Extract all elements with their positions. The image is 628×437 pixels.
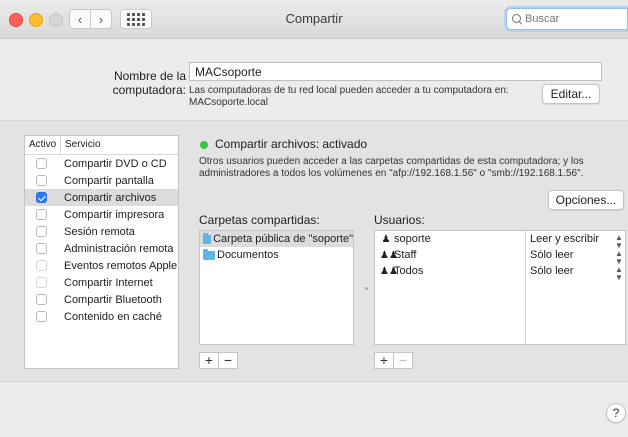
- search-input[interactable]: [523, 12, 627, 26]
- users-label: Usuarios:: [374, 213, 425, 227]
- service-checkbox-checked[interactable]: [36, 192, 47, 203]
- user-permission[interactable]: Leer y escribir: [530, 233, 599, 245]
- service-row[interactable]: Compartir Internet: [25, 274, 178, 291]
- users-list: ♟ soporte Leer y escribir ▲ ▼ ♟♟ Staff Só…: [374, 230, 626, 345]
- shared-folders-list: Carpeta pública de "soporte" Documentos: [199, 230, 354, 345]
- user-row[interactable]: ♟ soporte Leer y escribir ▲ ▼: [375, 231, 625, 250]
- service-label: Eventos remotos Apple: [64, 259, 178, 272]
- folders-add-remove: + −: [199, 352, 238, 369]
- status-text: Compartir archivos: activado: [215, 137, 368, 151]
- remove-folder-button[interactable]: −: [218, 353, 237, 368]
- column-header-service[interactable]: Servicio: [61, 136, 101, 154]
- service-checkbox[interactable]: [36, 260, 47, 271]
- add-user-button[interactable]: +: [375, 353, 393, 368]
- services-header: Activo Servicio: [25, 136, 178, 155]
- user-permission[interactable]: Sólo leer: [530, 249, 573, 261]
- service-checkbox[interactable]: [36, 277, 47, 288]
- add-folder-button[interactable]: +: [200, 353, 218, 368]
- user-name: Staff: [394, 249, 417, 261]
- remove-user-button[interactable]: −: [393, 353, 412, 368]
- service-row[interactable]: Administración remota: [25, 240, 178, 257]
- service-label: Compartir archivos: [64, 191, 157, 204]
- service-description: Otros usuarios pueden acceder a las carp…: [199, 156, 584, 179]
- service-row-selected[interactable]: Compartir archivos: [25, 189, 178, 206]
- user-permission[interactable]: Sólo leer: [530, 265, 573, 277]
- sharing-window: ‹ › Compartir Nombre de la computadora: …: [0, 0, 628, 437]
- user-row[interactable]: ♟♟ Todos Sólo leer ▲ ▼: [375, 263, 625, 282]
- service-checkbox[interactable]: [36, 175, 47, 186]
- chevron-updown-icon[interactable]: ▲ ▼: [615, 266, 623, 282]
- computer-name-field[interactable]: [189, 62, 602, 81]
- search-icon: [512, 14, 521, 24]
- service-row[interactable]: Sesión remota: [25, 223, 178, 240]
- person-icon: ♟: [381, 233, 391, 245]
- service-checkbox[interactable]: [36, 226, 47, 237]
- service-checkbox[interactable]: [36, 311, 47, 322]
- computer-name-description: Las computadoras de tu red local pueden …: [189, 85, 509, 108]
- service-checkbox[interactable]: [36, 243, 47, 254]
- folder-name: Carpeta pública de "soporte": [213, 233, 353, 245]
- service-label: Administración remota: [64, 242, 174, 255]
- user-name: soporte: [394, 233, 431, 245]
- services-list: Activo Servicio Compartir DVD o CD Compa…: [24, 135, 179, 369]
- folder-name: Documentos: [217, 249, 279, 261]
- folder-icon: [203, 248, 215, 260]
- service-checkbox[interactable]: [36, 158, 47, 169]
- folder-icon: [203, 232, 212, 244]
- edit-button[interactable]: Editar...: [542, 84, 600, 104]
- service-label: Compartir pantalla: [64, 174, 154, 187]
- group-icon: ♟♟: [380, 249, 398, 261]
- service-row[interactable]: Compartir impresora: [25, 206, 178, 223]
- service-row[interactable]: Compartir DVD o CD: [25, 155, 178, 172]
- title-bar: ‹ › Compartir: [0, 0, 628, 39]
- service-label: Compartir impresora: [64, 208, 165, 221]
- help-button[interactable]: ?: [606, 403, 626, 423]
- service-label: Contenido en caché: [64, 310, 162, 323]
- service-label: Compartir DVD o CD: [64, 157, 167, 170]
- service-label: Compartir Bluetooth: [64, 293, 162, 306]
- service-row[interactable]: Contenido en caché: [25, 308, 178, 325]
- service-checkbox[interactable]: [36, 209, 47, 220]
- shared-folders-label: Carpetas compartidas:: [199, 213, 320, 227]
- folder-row[interactable]: Documentos: [200, 247, 353, 263]
- service-label: Compartir Internet: [64, 276, 153, 289]
- computer-name-label: Nombre de la computadora:: [112, 69, 186, 97]
- service-checkbox[interactable]: [36, 294, 47, 305]
- user-row[interactable]: ♟♟ Staff Sólo leer ▲ ▼: [375, 247, 625, 266]
- options-button[interactable]: Opciones...: [548, 190, 624, 210]
- split-view-handle[interactable]: [365, 287, 368, 290]
- folder-row-selected[interactable]: Carpeta pública de "soporte": [200, 231, 353, 247]
- user-name: Todos: [394, 265, 424, 277]
- users-add-remove: + −: [374, 352, 413, 369]
- service-label: Sesión remota: [64, 225, 135, 238]
- column-header-active[interactable]: Activo: [25, 136, 61, 154]
- service-row[interactable]: Compartir Bluetooth: [25, 291, 178, 308]
- service-row[interactable]: Eventos remotos Apple: [25, 257, 178, 274]
- search-field[interactable]: [506, 8, 628, 30]
- everyone-icon: ♟♟: [380, 265, 398, 277]
- status-indicator: [200, 141, 208, 149]
- service-row[interactable]: Compartir pantalla: [25, 172, 178, 189]
